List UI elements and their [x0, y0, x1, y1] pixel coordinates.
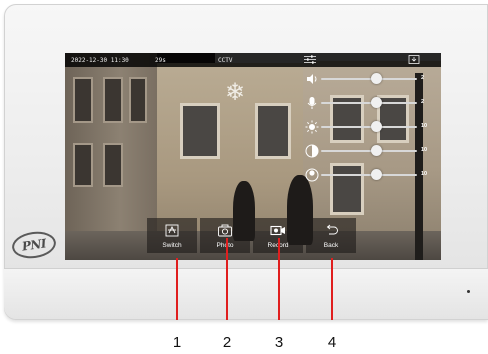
volume-icon [307, 74, 317, 84]
camera-icon [218, 224, 232, 237]
slider-track[interactable] [321, 78, 417, 80]
exit-icon[interactable] [408, 55, 420, 64]
camera-feed-window [73, 143, 93, 187]
slider-knob[interactable] [371, 121, 383, 132]
status-bar: 2022-12-30 11:30 29s CCTV [65, 53, 441, 67]
slider-track[interactable] [321, 150, 417, 152]
slider-value: 2 [421, 75, 425, 81]
call-timer-label: 29s [155, 57, 166, 64]
slider-value: 10 [421, 123, 428, 129]
callout-number-3: 3 [274, 334, 284, 351]
video-screen: ❄ 2022-12-30 11:30 29s CCTV 2 2 10 10 10… [65, 53, 441, 260]
microphone-hole [467, 290, 470, 293]
slider-value: 10 [421, 147, 428, 153]
slider-volume[interactable]: 2 [305, 72, 433, 86]
slider-knob[interactable] [371, 169, 383, 180]
color-saturation-icon [305, 168, 319, 182]
camera-feed-window [73, 77, 93, 123]
callout-number-4: 4 [327, 334, 337, 351]
photo-button[interactable]: Photo [200, 218, 250, 253]
callout-number-1: 1 [172, 334, 182, 351]
slider-microphone[interactable]: 2 [305, 96, 433, 110]
slider-track[interactable] [321, 126, 417, 128]
contrast-icon [305, 144, 319, 158]
switch-camera-icon [165, 224, 179, 237]
slider-knob[interactable] [371, 97, 383, 108]
camera-feed-window [129, 77, 147, 123]
callout-line-3 [278, 238, 280, 320]
camera-feed-window [255, 103, 291, 159]
callout-line-4 [331, 258, 333, 320]
back-arrow-icon [326, 224, 338, 235]
camera-feed-window [103, 77, 123, 123]
slider-track[interactable] [321, 102, 417, 104]
source-label: CCTV [218, 57, 233, 64]
slider-brightness[interactable]: 10 [305, 120, 433, 134]
settings-sliders-icon[interactable] [304, 55, 316, 64]
camera-feed-window [103, 143, 123, 187]
camera-feed-window [180, 103, 220, 159]
brightness-icon [305, 120, 319, 134]
slider-knob[interactable] [371, 145, 383, 156]
slider-knob[interactable] [371, 73, 383, 84]
slider-track[interactable] [321, 174, 417, 176]
switch-button[interactable]: Switch [147, 218, 197, 253]
back-button[interactable]: Back [306, 218, 356, 253]
datetime-label: 2022-12-30 11:30 [71, 57, 129, 64]
slider-contrast[interactable]: 10 [305, 144, 433, 158]
switch-button-label: Switch [162, 242, 182, 249]
slider-value: 2 [421, 99, 425, 105]
callout-number-2: 2 [222, 334, 232, 351]
slider-saturation[interactable]: 10 [305, 168, 433, 182]
callout-line-2 [226, 238, 228, 320]
video-record-icon [270, 225, 285, 236]
callout-line-1 [176, 258, 178, 320]
slider-value: 10 [421, 171, 428, 177]
brand-logo-text: PNI [21, 236, 47, 254]
photo-button-label: Photo [216, 242, 234, 249]
monitor-bottom-bezel [4, 268, 488, 319]
back-button-label: Back [323, 242, 339, 249]
camera-feed-decoration: ❄ [225, 79, 246, 106]
microphone-icon [307, 97, 317, 109]
